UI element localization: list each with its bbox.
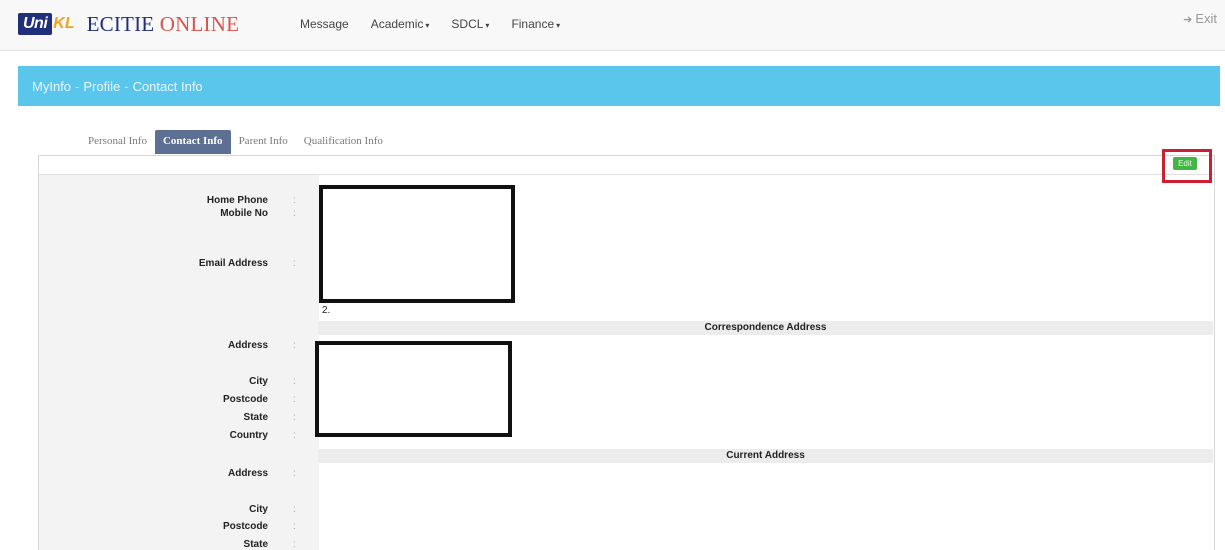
- brand[interactable]: Uni KL ECITIE ONLINE: [18, 10, 239, 38]
- unikl-logo: Uni: [18, 13, 53, 35]
- chevron-down-icon: ▾: [485, 21, 490, 30]
- tab-personal-info[interactable]: Personal Info: [80, 130, 155, 154]
- current-postcode-label: Postcode: [222, 521, 268, 532]
- tab-contact-info[interactable]: Contact Info: [154, 130, 231, 154]
- current-address-header: Current Address: [318, 449, 1213, 463]
- edit-button[interactable]: Edit: [1173, 157, 1197, 170]
- exit-link[interactable]: ➜ Exit: [1183, 11, 1217, 26]
- breadcrumb-separator: -: [75, 78, 80, 94]
- colon: :: [293, 468, 296, 479]
- breadcrumb: MyInfo - Profile - Contact Info: [18, 66, 1220, 106]
- menu-message[interactable]: Message: [300, 17, 349, 31]
- colon: :: [293, 412, 296, 423]
- tab-qualification-info[interactable]: Qualification Info: [296, 130, 391, 154]
- current-city-label: City: [249, 504, 268, 515]
- exit-label: Exit: [1195, 11, 1217, 26]
- colon: :: [293, 430, 296, 441]
- profile-tabs: Personal Info Contact Info Parent Info Q…: [80, 130, 391, 154]
- menu-finance[interactable]: Finance ▾: [511, 17, 560, 31]
- app-title: ECITIE ONLINE: [87, 12, 240, 37]
- redacted-contact-values: [319, 185, 515, 303]
- menu-message-label: Message: [300, 17, 349, 31]
- unikl-logo-kl: KL: [53, 15, 75, 32]
- app-title-part1: ECITIE: [86, 11, 155, 36]
- chevron-down-icon: ▾: [556, 21, 561, 30]
- colon: :: [293, 258, 296, 269]
- email-address-label: Email Address: [198, 258, 268, 269]
- colon: :: [293, 504, 296, 515]
- breadcrumb-profile[interactable]: Profile: [83, 79, 120, 94]
- main-menu: Message Academic ▾ SDCL ▾ Finance ▾: [300, 17, 560, 31]
- correspondence-address-header: Correspondence Address: [318, 321, 1213, 335]
- panel-body: [39, 175, 1214, 550]
- menu-academic[interactable]: Academic ▾: [371, 17, 430, 31]
- correspondence-country-label: Country: [229, 430, 268, 441]
- sign-out-icon: ➜: [1183, 14, 1193, 26]
- breadcrumb-contact-info: Contact Info: [132, 78, 203, 94]
- colon: :: [293, 539, 296, 550]
- redacted-correspondence-values: [315, 341, 512, 437]
- colon: :: [293, 521, 296, 532]
- mobile-no-label: Mobile No: [220, 208, 268, 219]
- chevron-down-icon: ▾: [425, 21, 430, 30]
- menu-sdcl[interactable]: SDCL ▾: [451, 17, 489, 31]
- top-navbar: Uni KL ECITIE ONLINE Message Academic ▾ S…: [0, 0, 1225, 51]
- correspondence-state-label: State: [243, 412, 268, 423]
- colon: :: [293, 195, 296, 206]
- tab-parent-info[interactable]: Parent Info: [231, 130, 296, 154]
- colon: :: [293, 340, 296, 351]
- colon: :: [293, 208, 296, 219]
- home-phone-label: Home Phone: [206, 195, 268, 206]
- current-state-label: State: [243, 539, 268, 550]
- current-address-label: Address: [227, 468, 268, 479]
- correspondence-city-label: City: [249, 376, 268, 387]
- app-title-part2: ONLINE: [159, 11, 240, 36]
- annotation-marker: 2.: [322, 305, 331, 316]
- menu-finance-label: Finance: [511, 17, 555, 31]
- breadcrumb-myinfo[interactable]: MyInfo: [32, 79, 71, 94]
- correspondence-address-label: Address: [227, 340, 268, 351]
- panel-toolbar: [39, 156, 1214, 175]
- breadcrumb-separator: -: [124, 78, 129, 94]
- correspondence-postcode-label: Postcode: [222, 394, 268, 405]
- menu-sdcl-label: SDCL: [451, 17, 484, 31]
- colon: :: [293, 394, 296, 405]
- menu-academic-label: Academic: [370, 17, 424, 31]
- colon: :: [293, 376, 296, 387]
